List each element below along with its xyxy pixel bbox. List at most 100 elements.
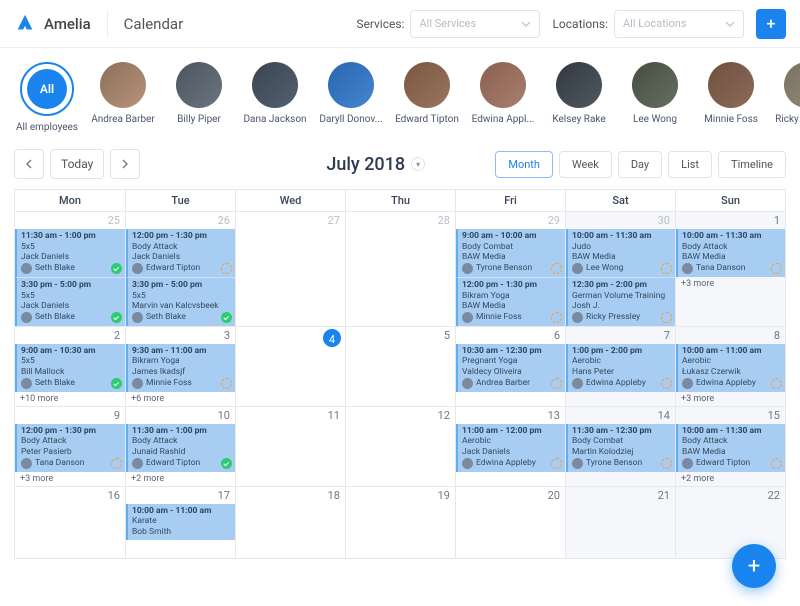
employee-item[interactable]: Kelsey Rake	[546, 62, 612, 125]
calendar-cell[interactable]: 5	[345, 326, 455, 406]
employee-all[interactable]: AllAll employees	[14, 62, 80, 133]
locations-select[interactable]: All Locations	[614, 10, 744, 38]
mini-avatar	[21, 378, 32, 389]
calendar-cell[interactable]: 1411:30 am - 12:30 pmBody CombatMartin K…	[565, 406, 675, 486]
event-client: Jack Daniels	[462, 447, 561, 458]
calendar-cell[interactable]: 1011:30 am - 1:00 pmBody AttackJunaid Ra…	[125, 406, 235, 486]
calendar-cell[interactable]: 71:00 pm - 2:00 pmAerobicHans PeterEdwin…	[565, 326, 675, 406]
calendar-cell[interactable]: 11	[235, 406, 345, 486]
calendar-event[interactable]: 9:00 am - 10:00 amBody CombatBAW MediaTy…	[456, 229, 565, 277]
calendar-cell[interactable]: 610:30 am - 12:30 pmPregnant YogaValdecy…	[455, 326, 565, 406]
more-link[interactable]: +2 more	[126, 472, 235, 486]
employee-item[interactable]: Billy Piper	[166, 62, 232, 125]
employee-item[interactable]: Lee Wong	[622, 62, 688, 125]
calendar-cell[interactable]: 20	[455, 486, 565, 558]
prev-button[interactable]	[14, 149, 44, 179]
calendar-cell[interactable]: 4	[235, 326, 345, 406]
calendar-event[interactable]: 10:30 am - 12:30 pmPregnant YogaValdecy …	[456, 344, 565, 392]
calendar-cell[interactable]: 16	[15, 486, 125, 558]
calendar-event[interactable]: 10:00 am - 11:00 amAerobicŁukasz Czerwik…	[676, 344, 785, 392]
calendar-event[interactable]: 1:00 pm - 2:00 pmAerobicHans PeterEdwina…	[566, 344, 675, 392]
calendar-cell[interactable]: 39:30 am - 11:00 amBikram YogaJames Ikad…	[125, 326, 235, 406]
calendar-cell[interactable]: 27	[235, 211, 345, 326]
calendar-cell[interactable]: 912:00 pm - 1:30 pmBody AttackPeter Pasi…	[15, 406, 125, 486]
employee-item[interactable]: Minnie Foss	[698, 62, 764, 125]
employee-avatar	[556, 62, 602, 108]
calendar-cell[interactable]: 110:00 am - 11:30 amBody AttackBAW Media…	[675, 211, 785, 326]
more-link[interactable]: +10 more	[15, 392, 125, 406]
event-employee: Seth Blake	[21, 378, 121, 389]
more-link[interactable]: +3 more	[676, 277, 785, 291]
status-pend-icon	[221, 263, 232, 274]
calendar-event[interactable]: 11:00 am - 12:00 pmAerobicJack DanielsEd…	[456, 424, 565, 472]
calendar-cell[interactable]: 21	[565, 486, 675, 558]
status-pend-icon	[551, 378, 562, 389]
status-pend-icon	[661, 263, 672, 274]
next-button[interactable]	[110, 149, 140, 179]
view-list[interactable]: List	[668, 151, 712, 178]
calendar-cell[interactable]: 18	[235, 486, 345, 558]
calendar-event[interactable]: 3:30 pm - 5:00 pm5x5Marvin van Kalcvsbee…	[126, 277, 235, 326]
calendar-event[interactable]: 11:30 am - 1:00 pmBody AttackJunaid Rash…	[126, 424, 235, 472]
event-client: Bob Smith	[132, 527, 231, 538]
calendar-cell[interactable]: 1710:00 am - 11:00 amKarateBob Smith	[125, 486, 235, 558]
calendar-event[interactable]: 12:30 pm - 2:00 pmGerman Volume Training…	[566, 277, 675, 326]
calendar-event[interactable]: 9:00 am - 10:30 am5x5Bill MallockSeth Bl…	[15, 344, 125, 392]
calendar-cell[interactable]: 1311:00 am - 12:00 pmAerobicJack Daniels…	[455, 406, 565, 486]
calendar-cell[interactable]: 1510:00 am - 11:30 amBody AttackBAW Medi…	[675, 406, 785, 486]
employee-item[interactable]: Dana Jackson	[242, 62, 308, 125]
add-button[interactable]: +	[756, 9, 786, 39]
calendar-event[interactable]: 10:00 am - 11:00 amKarateBob Smith	[126, 504, 235, 541]
view-week[interactable]: Week	[559, 151, 612, 178]
month-label[interactable]: July 2018 ▾	[326, 154, 425, 175]
more-link[interactable]: +3 more	[676, 392, 785, 406]
employee-item[interactable]: Edward Tipton	[394, 62, 460, 125]
locations-label: Locations:	[552, 17, 608, 31]
calendar-cell[interactable]: 22	[675, 486, 785, 558]
calendar-cell[interactable]: 3010:00 am - 11:30 amJudoBAW MediaLee Wo…	[565, 211, 675, 326]
day-number: 1	[676, 212, 785, 229]
event-time: 10:00 am - 11:30 am	[682, 231, 781, 242]
event-title: Body Attack	[132, 242, 231, 253]
mini-avatar	[462, 263, 473, 274]
event-client: Peter Pasierb	[21, 447, 121, 458]
calendar-event[interactable]: 10:00 am - 11:30 amBody AttackBAW MediaE…	[676, 424, 785, 472]
calendar-event[interactable]: 10:00 am - 11:30 amJudoBAW MediaLee Wong	[566, 229, 675, 277]
calendar-event[interactable]: 11:30 am - 12:30 pmBody CombatMartin Kol…	[566, 424, 675, 472]
event-client: Jack Daniels	[132, 252, 231, 263]
status-pend-icon	[221, 378, 232, 389]
calendar-event[interactable]: 11:30 am - 1:00 pm5x5Jack DanielsSeth Bl…	[15, 229, 125, 277]
calendar-event[interactable]: 3:30 pm - 5:00 pm5x5Jack DanielsSeth Bla…	[15, 277, 125, 326]
calendar-cell[interactable]: 19	[345, 486, 455, 558]
today-button[interactable]: Today	[50, 149, 104, 179]
more-link[interactable]: +3 more	[15, 472, 125, 486]
calendar-event[interactable]: 10:00 am - 11:30 amBody AttackBAW MediaT…	[676, 229, 785, 277]
mini-avatar	[132, 458, 143, 469]
services-placeholder: All Services	[419, 17, 476, 30]
view-month[interactable]: Month	[495, 151, 553, 178]
calendar-event[interactable]: 12:00 pm - 1:30 pmBikram YogaBAW MediaMi…	[456, 277, 565, 326]
fab-add-button[interactable]: +	[732, 544, 776, 588]
calendar-event[interactable]: 9:30 am - 11:00 amBikram YogaJames Ikads…	[126, 344, 235, 392]
calendar-cell[interactable]: 810:00 am - 11:00 amAerobicŁukasz Czerwi…	[675, 326, 785, 406]
employee-item[interactable]: Andrea Barber	[90, 62, 156, 125]
calendar-cell[interactable]: 28	[345, 211, 455, 326]
employee-avatar	[480, 62, 526, 108]
view-day[interactable]: Day	[618, 151, 662, 178]
calendar-header: MonTueWedThuFriSatSun	[15, 190, 785, 211]
calendar-cell[interactable]: 299:00 am - 10:00 amBody CombatBAW Media…	[455, 211, 565, 326]
calendar-cell[interactable]: 12	[345, 406, 455, 486]
employee-name: Edward Tipton	[395, 114, 459, 125]
more-link[interactable]: +2 more	[676, 472, 785, 486]
calendar-event[interactable]: 12:00 pm - 1:30 pmBody AttackJack Daniel…	[126, 229, 235, 277]
services-select[interactable]: All Services	[410, 10, 540, 38]
calendar-cell[interactable]: 2511:30 am - 1:00 pm5x5Jack DanielsSeth …	[15, 211, 125, 326]
more-link[interactable]: +6 more	[126, 392, 235, 406]
calendar-cell[interactable]: 2612:00 pm - 1:30 pmBody AttackJack Dani…	[125, 211, 235, 326]
calendar-event[interactable]: 12:00 pm - 1:30 pmBody AttackPeter Pasie…	[15, 424, 125, 472]
calendar-cell[interactable]: 29:00 am - 10:30 am5x5Bill MallockSeth B…	[15, 326, 125, 406]
employee-item[interactable]: Ricky Pressley	[774, 62, 800, 125]
employee-item[interactable]: Daryll Donov...	[318, 62, 384, 125]
view-timeline[interactable]: Timeline	[718, 151, 786, 178]
employee-item[interactable]: Edwina Appl...	[470, 62, 536, 125]
